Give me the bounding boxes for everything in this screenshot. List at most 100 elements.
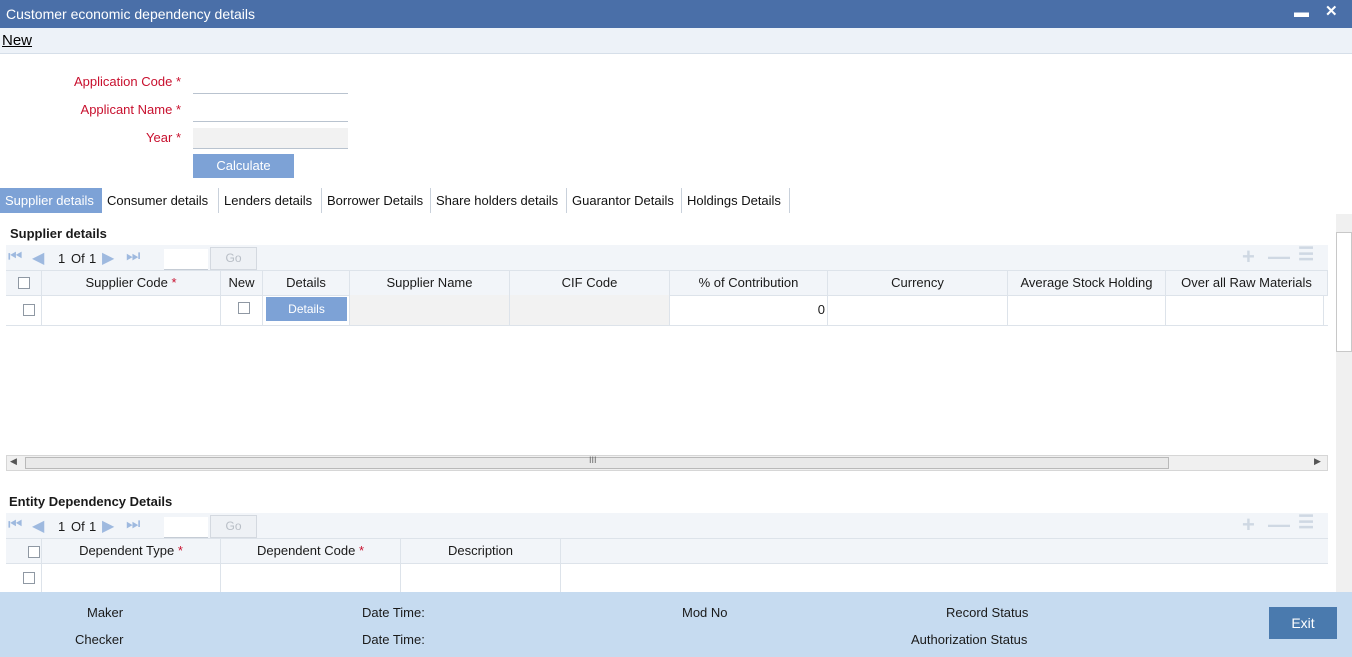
menu-bar: New: [0, 28, 1352, 54]
supplier-code-cell[interactable]: [42, 295, 221, 325]
exit-button[interactable]: Exit: [1269, 607, 1337, 639]
supplier-page-current: 1: [58, 251, 66, 266]
new-cell: [221, 295, 263, 325]
year-label: Year *: [146, 130, 181, 145]
supplier-page-total: 1: [89, 251, 97, 266]
panel-vertical-scroll-thumb[interactable]: [1336, 232, 1352, 352]
tab-holdings-details[interactable]: Holdings Details: [682, 188, 790, 213]
col-supplier-code: Supplier Code *: [42, 271, 221, 295]
entity-pager: ⏮ ◀ 1 Of 1 ▶ ⏭ Go + — ☰: [6, 512, 1328, 539]
description-cell[interactable]: [401, 563, 561, 592]
row-select-cell: [6, 295, 42, 325]
tab-bar: Supplier details Consumer details Lender…: [0, 188, 790, 213]
supplier-section-title: Supplier details: [10, 226, 107, 241]
tab-share-holders-details[interactable]: Share holders details: [431, 188, 567, 213]
supplier-pager: ⏮ ◀ 1 Of 1 ▶ ⏭ Go + — ☰: [6, 244, 1328, 271]
supplier-page-input[interactable]: [164, 249, 208, 270]
first-page-icon[interactable]: ⏮: [8, 248, 22, 266]
calculate-button[interactable]: Calculate: [193, 154, 294, 178]
prev-page-icon[interactable]: ◀: [32, 516, 44, 536]
window-title: Customer economic dependency details: [6, 6, 256, 22]
panel-vertical-scrollbar[interactable]: [1336, 214, 1352, 592]
new-checkbox[interactable]: [238, 302, 250, 314]
remove-row-icon[interactable]: —: [1268, 244, 1290, 270]
scroll-right-icon[interactable]: ▶: [1314, 456, 1321, 467]
tab-lenders-details[interactable]: Lenders details: [219, 188, 322, 213]
supplier-name-cell: [350, 295, 510, 325]
checker-date-time-label: Date Time:: [362, 632, 425, 647]
entity-page-of: Of: [71, 519, 85, 534]
prev-page-icon[interactable]: ◀: [32, 248, 44, 268]
remove-row-icon[interactable]: —: [1268, 512, 1290, 538]
list-view-icon[interactable]: ☰: [1298, 244, 1314, 265]
col-new: New: [221, 271, 263, 295]
tab-guarantor-details[interactable]: Guarantor Details: [567, 188, 682, 213]
new-link[interactable]: New: [2, 32, 32, 49]
col-dependent-code: Dependent Code *: [221, 539, 401, 563]
tab-supplier-details[interactable]: Supplier details: [0, 188, 102, 213]
maker-date-time-label: Date Time:: [362, 605, 425, 620]
maker-label: Maker: [87, 605, 124, 620]
scroll-grip: III: [589, 455, 597, 465]
supplier-horizontal-scroll-thumb[interactable]: III: [25, 455, 1169, 469]
table-row: Details 0: [6, 295, 1328, 326]
entity-grid-header: Dependent Type * Dependent Code * Descri…: [6, 538, 1328, 564]
row-checkbox[interactable]: [23, 572, 35, 584]
contribution-cell[interactable]: 0: [670, 295, 828, 325]
entity-page-input[interactable]: [164, 517, 208, 538]
col-description: Description: [401, 539, 561, 563]
scroll-left-icon[interactable]: ◀: [10, 456, 17, 467]
table-row: [6, 563, 1328, 592]
col-dependent-type: Dependent Type *: [42, 539, 221, 563]
details-button[interactable]: Details: [266, 297, 347, 321]
mod-no-label: Mod No: [682, 605, 728, 620]
title-bar: Customer economic dependency details ▬ ✕: [0, 0, 1352, 28]
application-code-label: Application Code *: [74, 74, 181, 89]
first-page-icon[interactable]: ⏮: [8, 516, 22, 534]
average-stock-holding-cell[interactable]: [1008, 295, 1166, 325]
minimize-icon[interactable]: ▬: [1294, 4, 1309, 21]
record-status-label: Record Status: [946, 605, 1029, 620]
list-view-icon[interactable]: ☰: [1298, 512, 1314, 533]
applicant-name-input[interactable]: [193, 101, 348, 122]
col-supplier-name: Supplier Name: [350, 271, 510, 295]
row-checkbox[interactable]: [23, 304, 35, 316]
supplier-page-of: Of: [71, 251, 85, 266]
entity-page-current: 1: [58, 519, 66, 534]
cif-code-cell: [510, 295, 670, 325]
entity-go-button[interactable]: Go: [210, 515, 257, 538]
select-all-checkbox[interactable]: [28, 546, 40, 558]
authorization-status-label: Authorization Status: [911, 632, 1028, 647]
checker-label: Checker: [75, 632, 124, 647]
next-page-icon[interactable]: ▶: [102, 248, 114, 268]
entity-page-total: 1: [89, 519, 97, 534]
dependent-type-cell[interactable]: [42, 563, 221, 592]
year-input[interactable]: [193, 128, 348, 149]
row-select-cell: [6, 563, 42, 592]
next-page-icon[interactable]: ▶: [102, 516, 114, 536]
col-average-stock-holding: Average Stock Holding: [1008, 271, 1166, 295]
last-page-icon[interactable]: ⏭: [126, 248, 140, 266]
col-cif-code: CIF Code: [510, 271, 670, 295]
col-currency: Currency: [828, 271, 1008, 295]
dependent-code-cell[interactable]: [221, 563, 401, 592]
entity-select-all-cell: [6, 539, 42, 563]
close-icon[interactable]: ✕: [1325, 2, 1338, 20]
tab-borrower-details[interactable]: Borrower Details: [322, 188, 431, 213]
application-code-input[interactable]: [193, 73, 348, 94]
applicant-name-label: Applicant Name *: [80, 102, 181, 117]
col-contribution: % of Contribution: [670, 271, 828, 295]
audit-footer: Maker Checker Date Time: Date Time: Mod …: [0, 592, 1352, 657]
supplier-go-button[interactable]: Go: [210, 247, 257, 270]
supplier-select-all-cell: [6, 271, 42, 295]
currency-cell[interactable]: [828, 295, 1008, 325]
add-row-icon[interactable]: +: [1242, 244, 1255, 270]
last-page-icon[interactable]: ⏭: [126, 516, 140, 534]
supplier-horizontal-scrollbar[interactable]: ◀ III ▶: [6, 455, 1328, 471]
details-cell: Details: [263, 295, 350, 325]
over-all-raw-materials-cell[interactable]: [1166, 295, 1324, 325]
add-row-icon[interactable]: +: [1242, 512, 1255, 538]
tab-consumer-details[interactable]: Consumer details: [102, 188, 219, 213]
select-all-checkbox[interactable]: [18, 277, 30, 289]
col-over-all-raw-materials: Over all Raw Materials: [1166, 271, 1328, 295]
